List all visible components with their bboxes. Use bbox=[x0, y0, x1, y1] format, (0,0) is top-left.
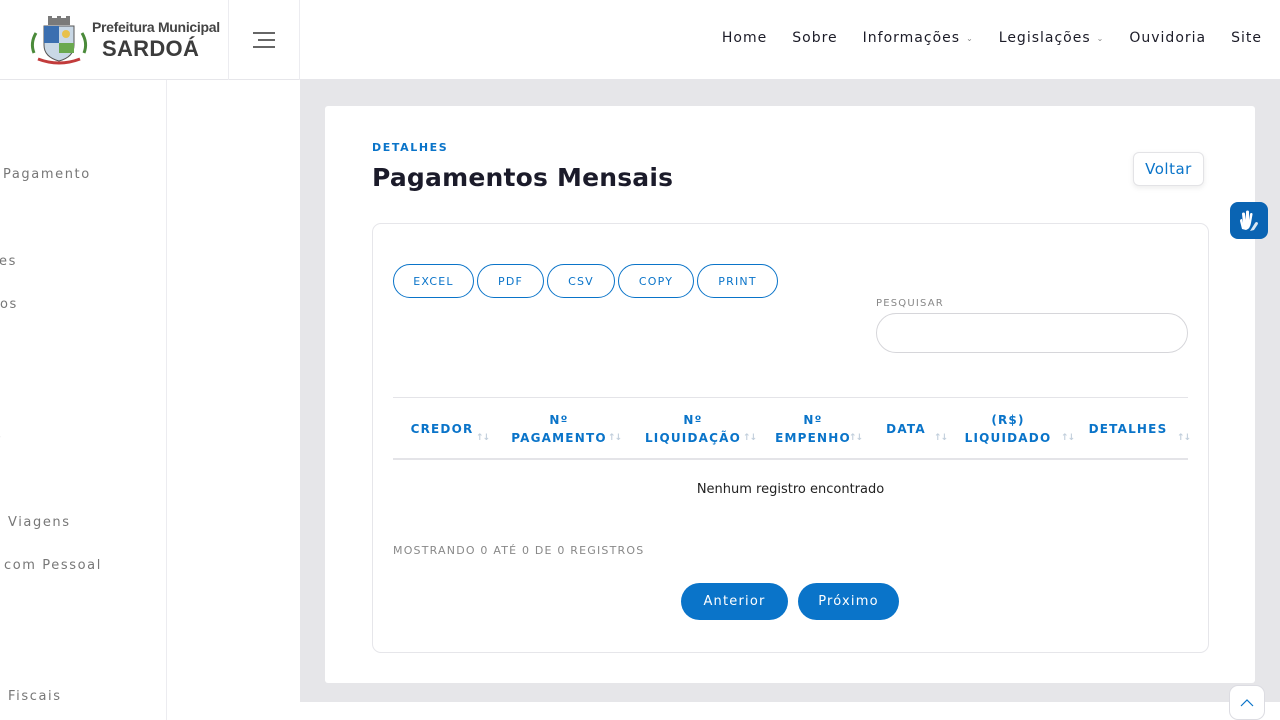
col-detalhes-line1: DETALHES bbox=[1088, 421, 1168, 436]
nav-ouvidoria-label: Ouvidoria bbox=[1129, 30, 1207, 46]
nav-legislacoes[interactable]: Legislações ⌄ bbox=[999, 30, 1105, 46]
sort-icon: ↑↓ bbox=[742, 432, 757, 443]
search-input[interactable] bbox=[876, 313, 1188, 353]
col-credor[interactable]: CREDOR ↑↓ bbox=[393, 398, 491, 459]
nav-site-label: Site bbox=[1231, 30, 1262, 46]
page-title: Pagamentos Mensais bbox=[372, 163, 674, 192]
table-header: CREDOR ↑↓ Nº PAGAMENTO ↑↓ Nº LIQUIDAÇÃO ↑↓… bbox=[393, 397, 1191, 460]
nav-site[interactable]: Site bbox=[1231, 30, 1262, 46]
pdf-button[interactable]: PDF bbox=[477, 264, 544, 298]
copy-button[interactable]: COPY bbox=[618, 264, 694, 298]
chevron-up-icon bbox=[1240, 698, 1254, 706]
col-pagamento-line2: PAGAMENTO bbox=[511, 430, 607, 445]
vlibras-accessibility-button[interactable] bbox=[1230, 202, 1268, 239]
nav-home-label: Home bbox=[721, 30, 768, 46]
export-buttons: EXCEL PDF CSV COPY PRINT bbox=[393, 264, 781, 298]
municipal-crest-icon bbox=[30, 16, 88, 65]
sort-icon: ↑↓ bbox=[475, 432, 490, 443]
col-pagamento[interactable]: Nº PAGAMENTO ↑↓ bbox=[499, 398, 622, 459]
menu-toggle-button[interactable] bbox=[229, 0, 300, 80]
col-empenho-line2: EMPENHO bbox=[775, 430, 851, 445]
site-header: Prefeitura Municipal SARDOÁ Home Sobre I… bbox=[0, 0, 1280, 80]
col-liquidado-line1: (R$) bbox=[991, 412, 1025, 427]
back-button[interactable]: Voltar bbox=[1133, 152, 1204, 186]
sort-icon: ↑↓ bbox=[607, 432, 622, 443]
sidebar: Pagamento es os s s s Viagens com Pessoa… bbox=[0, 80, 167, 720]
chevron-down-icon: ⌄ bbox=[1096, 33, 1105, 43]
csv-button[interactable]: CSV bbox=[547, 264, 615, 298]
main-content: DETALHES Pagamentos Mensais Voltar EXCEL… bbox=[300, 80, 1280, 702]
search-label: PESQUISAR bbox=[876, 298, 944, 309]
sidebar-gutter bbox=[167, 80, 300, 720]
col-detalhes[interactable]: DETALHES ↑↓ bbox=[1083, 398, 1191, 459]
next-page-button[interactable]: Próximo bbox=[798, 583, 899, 620]
logo-line2: SARDOÁ bbox=[102, 36, 200, 61]
col-liquidacao[interactable]: Nº LIQUIDAÇÃO ↑↓ bbox=[633, 398, 757, 459]
nav-informacoes-label: Informações bbox=[862, 30, 961, 46]
table-info: MOSTRANDO 0 ATÉ 0 DE 0 REGISTROS bbox=[393, 544, 645, 557]
excel-button[interactable]: EXCEL bbox=[393, 264, 474, 298]
nav-home[interactable]: Home bbox=[722, 30, 767, 46]
col-liquidacao-line1: Nº bbox=[683, 412, 703, 427]
sidebar-item-5[interactable]: s bbox=[0, 428, 2, 443]
sort-icon: ↑↓ bbox=[1060, 432, 1075, 443]
nav-legislacoes-label: Legislações bbox=[998, 30, 1091, 46]
col-pagamento-line1: Nº bbox=[549, 412, 569, 427]
nav-ouvidoria[interactable]: Ouvidoria bbox=[1129, 30, 1206, 46]
sidebar-item-pessoal[interactable]: com Pessoal bbox=[4, 558, 102, 573]
table-empty-row: Nenhum registro encontrado bbox=[696, 482, 885, 497]
sidebar-item-2[interactable]: es bbox=[0, 254, 17, 269]
previous-page-button[interactable]: Anterior bbox=[681, 583, 788, 620]
sidebar-item-3[interactable]: os bbox=[0, 297, 18, 312]
col-empenho[interactable]: Nº EMPENHO ↑↓ bbox=[768, 398, 863, 459]
sort-icon: ↑↓ bbox=[933, 432, 948, 443]
sidebar-item-pagamento[interactable]: Pagamento bbox=[3, 167, 91, 182]
main-nav: Home Sobre Informações ⌄ Legislações ⌄ Ouv… bbox=[697, 0, 1262, 76]
sort-icon: ↑↓ bbox=[848, 432, 863, 443]
nav-sobre-label: Sobre bbox=[792, 30, 838, 46]
col-credor-line1: CREDOR bbox=[410, 421, 474, 436]
section-eyebrow: DETALHES bbox=[372, 141, 449, 154]
col-empenho-line1: Nº bbox=[803, 412, 823, 427]
col-liquidacao-line2: LIQUIDAÇÃO bbox=[644, 430, 742, 445]
col-liquidado-line2: LIQUIDADO bbox=[964, 430, 1052, 445]
col-data-line1: DATA bbox=[886, 421, 926, 436]
sort-icon: ↑↓ bbox=[1176, 432, 1191, 443]
content-card: DETALHES Pagamentos Mensais Voltar EXCEL… bbox=[325, 106, 1255, 683]
logo-line1: Prefeitura Municipal bbox=[92, 19, 220, 35]
pagination: Anterior Próximo bbox=[681, 583, 909, 620]
payments-table: CREDOR ↑↓ Nº PAGAMENTO ↑↓ Nº LIQUIDAÇÃO ↑↓… bbox=[393, 397, 1191, 519]
col-liquidado[interactable]: (R$) LIQUIDADO ↑↓ bbox=[961, 398, 1075, 459]
chevron-down-icon: ⌄ bbox=[966, 33, 974, 43]
sign-language-hands-icon bbox=[1240, 210, 1258, 231]
sidebar-item-viagens[interactable]: Viagens bbox=[8, 515, 71, 530]
logo-text: Prefeitura Municipal SARDOÁ bbox=[92, 20, 220, 60]
nav-informacoes[interactable]: Informações ⌄ bbox=[863, 30, 974, 46]
sidebar-item-fiscais[interactable]: Fiscais bbox=[8, 689, 62, 704]
scroll-to-top-button[interactable] bbox=[1229, 685, 1265, 720]
col-data[interactable]: DATA ↑↓ bbox=[871, 398, 948, 459]
logo[interactable]: Prefeitura Municipal SARDOÁ bbox=[0, 0, 229, 80]
hamburger-icon bbox=[253, 32, 275, 48]
print-button[interactable]: PRINT bbox=[697, 264, 778, 298]
table-panel: EXCEL PDF CSV COPY PRINT PESQUISAR CREDO… bbox=[372, 223, 1209, 653]
nav-sobre[interactable]: Sobre bbox=[792, 30, 837, 46]
